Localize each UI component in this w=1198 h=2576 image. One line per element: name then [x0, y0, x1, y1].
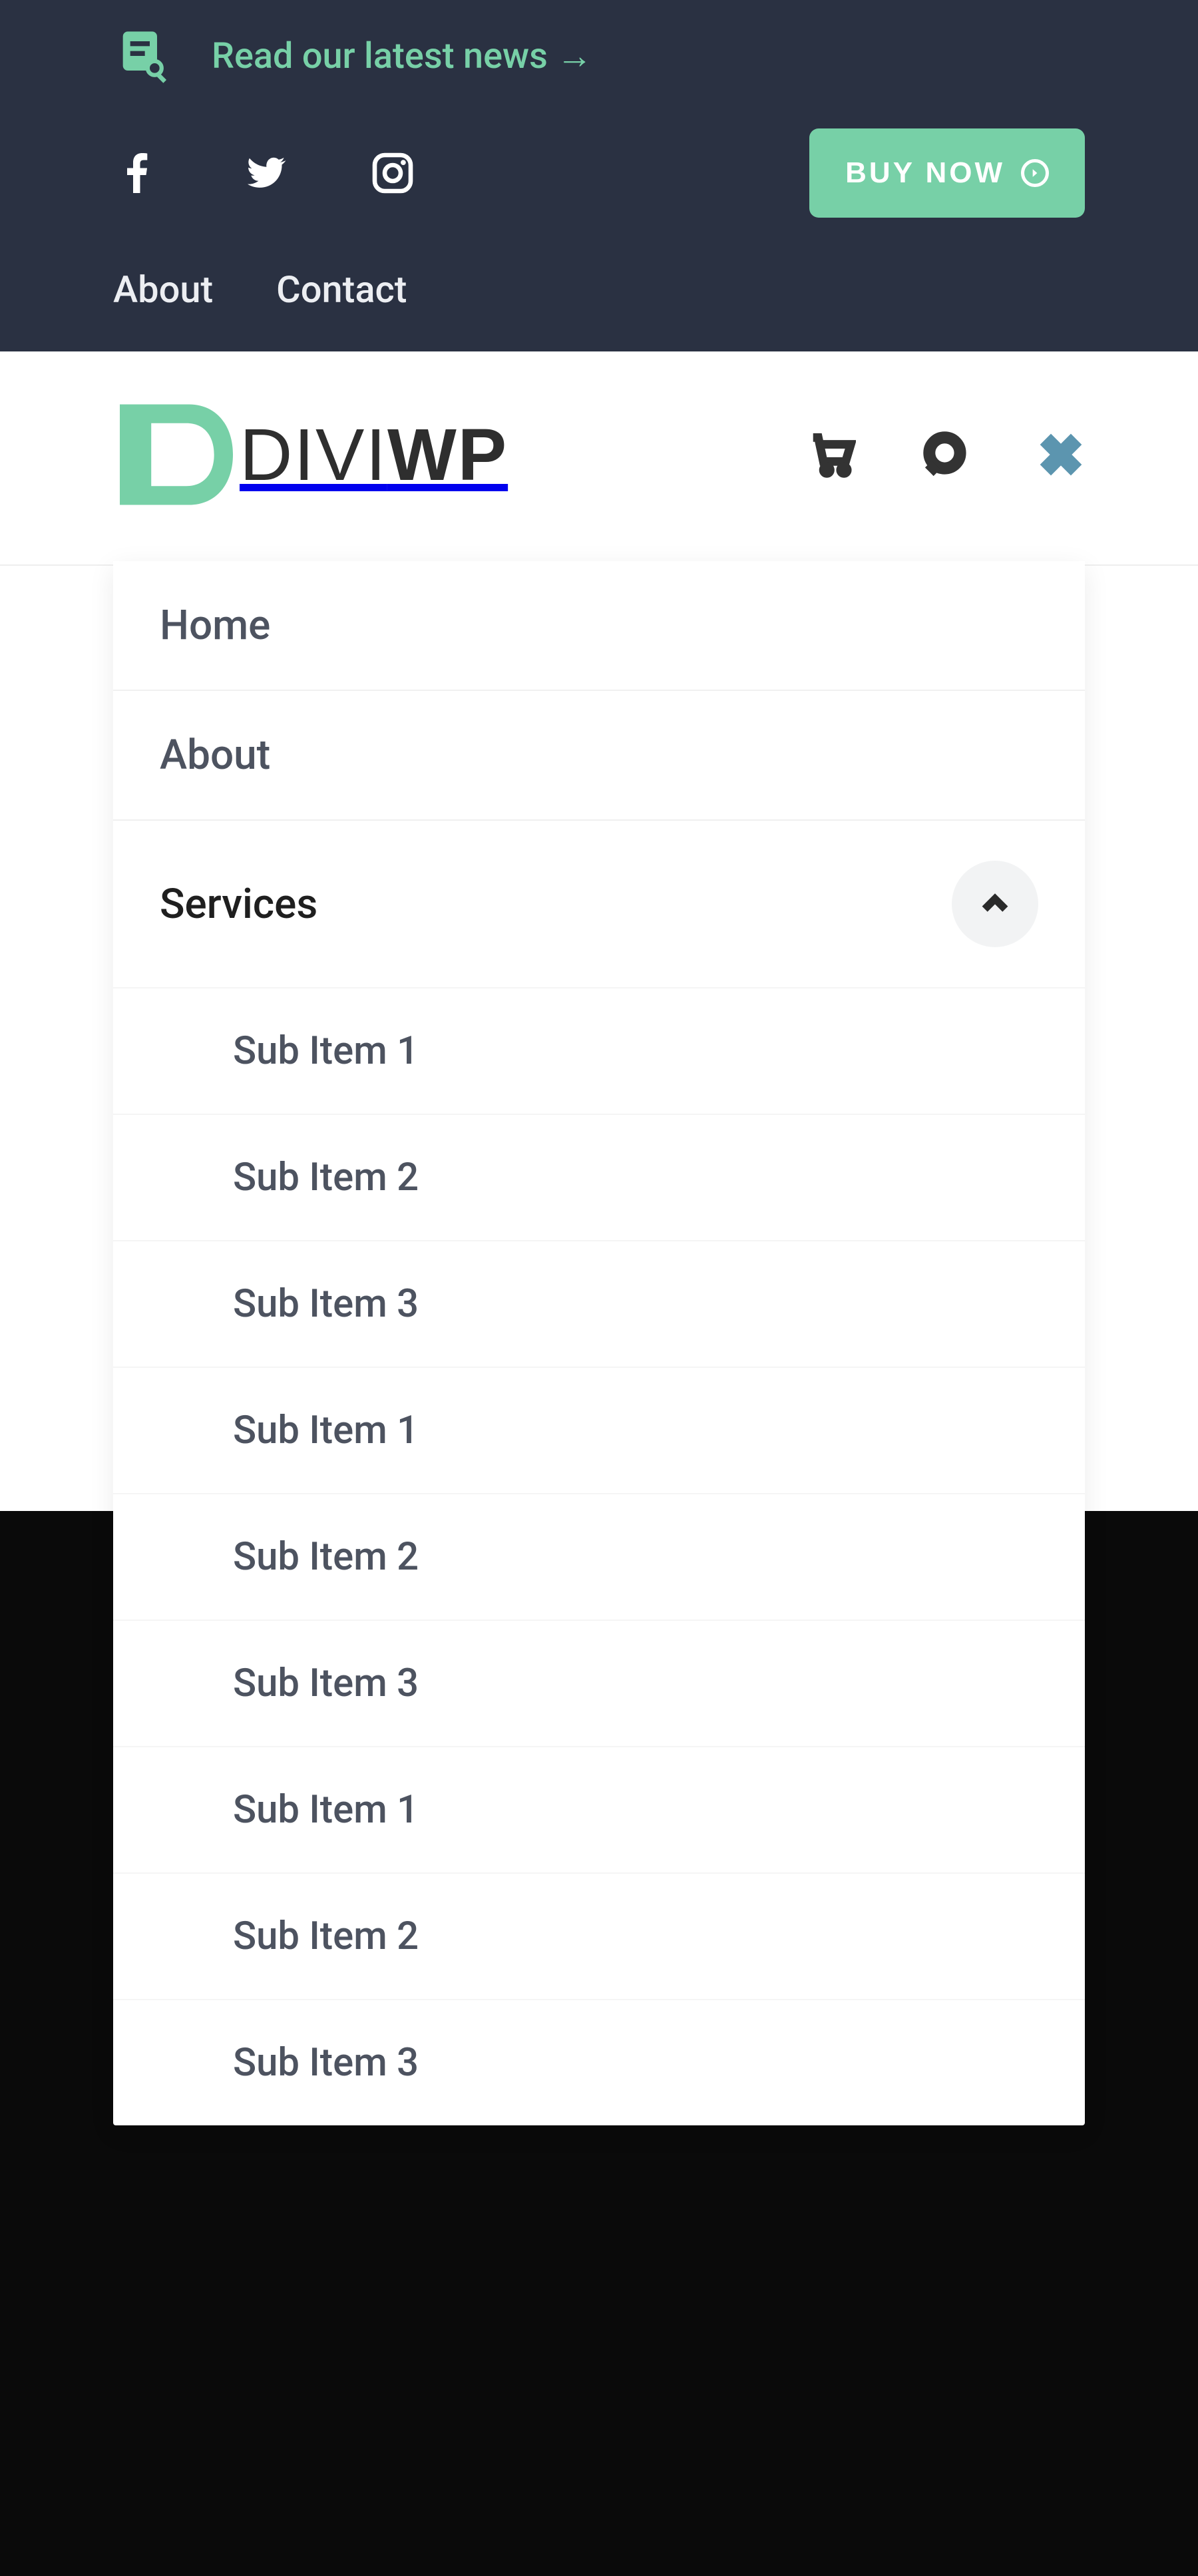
search-icon[interactable]	[922, 431, 970, 479]
menu-item-label: Home	[160, 601, 270, 650]
cart-icon[interactable]	[808, 431, 856, 479]
facebook-icon[interactable]	[113, 149, 161, 197]
close-menu-icon[interactable]	[1037, 431, 1085, 479]
submenu-label: Sub Item 1	[233, 1028, 419, 1074]
submenu-label: Sub Item 3	[233, 2040, 419, 2085]
mobile-menu-panel: Home About Services Sub Item 1 Sub Item …	[113, 561, 1085, 2125]
submenu-label: Sub Item 1	[233, 1787, 419, 1832]
submenu-item[interactable]: Sub Item 2	[113, 1493, 1085, 1619]
menu-item-label: About	[160, 731, 270, 779]
submenu-label: Sub Item 3	[233, 1281, 419, 1327]
about-link[interactable]: About	[113, 268, 213, 312]
submenu-item[interactable]: Sub Item 1	[113, 987, 1085, 1114]
header-action-icons	[808, 431, 1085, 479]
submenu-label: Sub Item 1	[233, 1408, 419, 1453]
topbar-actions-row: BUY NOW	[113, 128, 1085, 218]
submenu-label: Sub Item 2	[233, 1155, 419, 1200]
logo-text-part2: WP	[387, 414, 508, 496]
top-bar: Read our latest news → BUY NOW About Con…	[0, 0, 1198, 351]
menu-item-services[interactable]: Services	[113, 819, 1085, 987]
logo-text-part1: DIVI	[240, 414, 387, 496]
read-news-link[interactable]: Read our latest news →	[113, 27, 592, 85]
submenu-label: Sub Item 3	[233, 1661, 419, 1706]
menu-item-home[interactable]: Home	[113, 561, 1085, 690]
topbar-links-row: About Contact	[113, 268, 1085, 312]
logo-mark-icon	[113, 398, 240, 511]
social-icons	[113, 149, 417, 197]
read-news-text: Read our latest news →	[212, 35, 592, 77]
main-header: DIVIWP Home About Services	[0, 351, 1198, 566]
menu-item-about[interactable]: About	[113, 690, 1085, 819]
submenu-label: Sub Item 2	[233, 1534, 419, 1580]
logo-text: DIVIWP	[240, 413, 508, 497]
submenu-item[interactable]: Sub Item 3	[113, 1999, 1085, 2125]
contact-link[interactable]: Contact	[276, 268, 407, 312]
chevron-up-icon[interactable]	[952, 861, 1038, 947]
submenu-label: Sub Item 2	[233, 1914, 419, 1959]
buy-now-label: BUY NOW	[845, 156, 1005, 190]
document-search-icon	[113, 27, 172, 85]
site-logo[interactable]: DIVIWP	[113, 398, 508, 511]
twitter-icon[interactable]	[241, 149, 289, 197]
submenu-item[interactable]: Sub Item 1	[113, 1367, 1085, 1493]
submenu-item[interactable]: Sub Item 3	[113, 1619, 1085, 1746]
topbar-news-row: Read our latest news →	[113, 27, 1085, 85]
instagram-icon[interactable]	[369, 149, 417, 197]
submenu-item[interactable]: Sub Item 1	[113, 1746, 1085, 1872]
buy-now-button[interactable]: BUY NOW	[809, 128, 1085, 218]
menu-item-label: Services	[160, 880, 317, 929]
submenu-item[interactable]: Sub Item 2	[113, 1114, 1085, 1240]
submenu-item[interactable]: Sub Item 3	[113, 1240, 1085, 1367]
circle-arrow-icon	[1021, 159, 1049, 187]
submenu-item[interactable]: Sub Item 2	[113, 1872, 1085, 1999]
